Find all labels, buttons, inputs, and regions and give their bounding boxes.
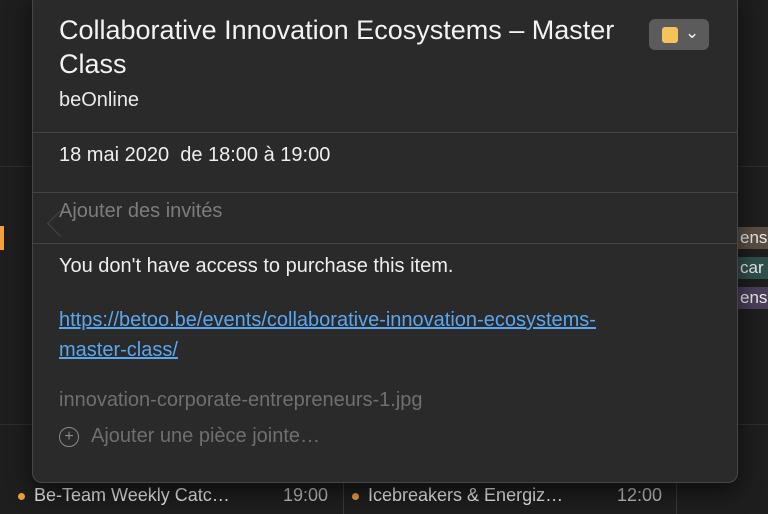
calendar-event-chip[interactable]: ens — [738, 287, 768, 309]
event-location[interactable]: beOnline — [59, 89, 139, 112]
calendar-event-chip[interactable]: ens — [738, 227, 768, 249]
calendar-color-button[interactable]: ⌄ — [649, 19, 709, 50]
add-attachment-label: Ajouter une pièce jointe… — [91, 425, 321, 447]
calendar-bottom-row: Be-Team Weekly Catc… 19:00 Icebreakers &… — [0, 482, 768, 514]
calendar-event-time: 12:00 — [617, 485, 663, 505]
divider — [33, 132, 737, 133]
plus-circle-icon: + — [59, 426, 79, 447]
divider — [33, 243, 737, 244]
day-separator — [676, 482, 677, 514]
event-url-link[interactable]: https://betoo.be/events/collaborative-in… — [59, 305, 619, 365]
calendar-color-swatch — [662, 27, 678, 43]
event-color-marker — [0, 226, 4, 250]
event-dot-icon — [352, 493, 359, 500]
add-invitees-field[interactable]: Ajouter des invités — [59, 200, 222, 223]
event-notes[interactable]: You don't have access to purchase this i… — [59, 255, 453, 278]
add-attachment-button[interactable]: + Ajouter une pièce jointe… — [59, 425, 320, 448]
event-dot-icon — [18, 493, 25, 500]
calendar-event-chip[interactable]: car — [738, 257, 768, 279]
calendar-event-title[interactable]: Icebreakers & Energiz… — [368, 485, 563, 506]
calendar-event-title[interactable]: Be-Team Weekly Catc… — [34, 485, 230, 506]
event-title[interactable]: Collaborative Innovation Ecosystems – Ma… — [59, 13, 619, 81]
event-detail-popover: Collaborative Innovation Ecosystems – Ma… — [32, 0, 738, 483]
chevron-down-icon: ⌄ — [685, 23, 700, 42]
divider — [33, 192, 737, 193]
event-date-time[interactable]: 18 mai 2020 de 18:00 à 19:00 — [59, 144, 330, 167]
calendar-event-time: 19:00 — [283, 485, 329, 505]
day-separator — [343, 482, 344, 514]
attachment-filename[interactable]: innovation-corporate-entrepreneurs-1.jpg — [59, 389, 423, 412]
